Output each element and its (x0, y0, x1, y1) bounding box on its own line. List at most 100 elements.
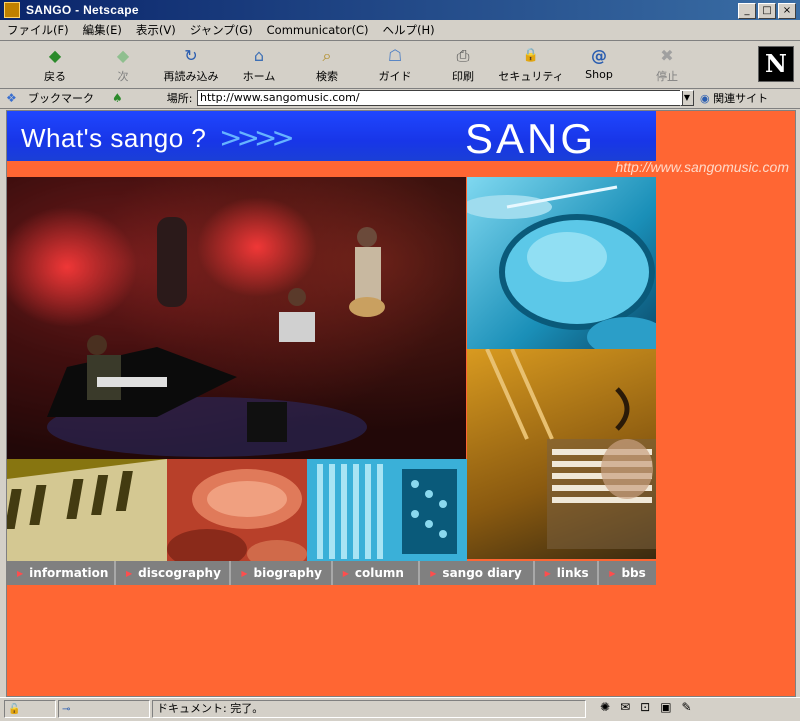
page-viewport: What's sango ? >>>> SANG http://www.sang… (6, 110, 796, 697)
nav-column-label: column (354, 566, 404, 580)
shop-icon: @ (591, 46, 607, 65)
home-button[interactable]: ⌂ ホーム (224, 44, 294, 84)
nav-links[interactable]: ▶ links (535, 561, 600, 585)
menu-communicator[interactable]: Communicator(C) (260, 23, 376, 37)
bass-and-keys-photo (467, 349, 656, 559)
forward-button[interactable]: ◆ 次 (88, 44, 158, 84)
guide-button[interactable]: ☖ ガイド (360, 44, 430, 84)
menu-bar: ファイル(F) 編集(E) 表示(V) ジャンプ(G) Communicator… (0, 20, 800, 41)
close-button[interactable]: × (778, 3, 796, 19)
back-label: 戻る (44, 70, 66, 83)
nav-bullet-icon: ▶ (17, 568, 24, 578)
bookmark-icon: ❖ (6, 91, 17, 105)
drums-illustration (467, 185, 656, 349)
security-button[interactable]: 🔒 セキュリティ (496, 44, 566, 84)
arrow-decoration-icon: >>>> (219, 121, 295, 154)
edit-icon[interactable]: ✎ (682, 700, 702, 714)
nav-bullet-icon: ▶ (126, 568, 133, 578)
nav-discography[interactable]: ▶ discography (116, 561, 232, 585)
stop-label: 停止 (656, 70, 678, 83)
newsgroup-icon[interactable]: ⊡ (640, 700, 660, 714)
navigation-toolbar: ◆ 戻る ◆ 次 ↻ 再読み込み ⌂ ホーム ⌕ 検索 ☖ ガイド ⎙ 印刷 🔒… (0, 42, 800, 89)
print-button[interactable]: ⎙ 印刷 (428, 44, 498, 84)
shop-label: Shop (585, 68, 613, 81)
accordion-photo (307, 459, 467, 561)
nav-column[interactable]: ▶ column (333, 561, 421, 585)
guide-icon: ☖ (387, 46, 403, 65)
minimize-button[interactable]: _ (738, 3, 756, 19)
mail-icon[interactable]: ✉ (620, 700, 640, 714)
window-title: SANGO - Netscape (26, 3, 139, 17)
netscape-logo[interactable]: N (758, 46, 794, 82)
related-links-button[interactable]: ◉ 関連サイト (700, 90, 768, 106)
nav-bullet-icon: ▶ (544, 568, 551, 578)
site-logo[interactable]: SANG (465, 115, 596, 163)
reload-icon: ↻ (184, 46, 198, 65)
navigator-icon[interactable]: ✺ (600, 700, 620, 714)
nav-bullet-icon: ▶ (241, 568, 248, 578)
nav-biography[interactable]: ▶ biography (231, 561, 333, 585)
search-button[interactable]: ⌕ 検索 (292, 44, 362, 84)
guide-label: ガイド (378, 70, 412, 83)
shop-button[interactable]: @ Shop (564, 44, 634, 84)
location-label: 場所: (166, 92, 193, 105)
nav-information-label: information (29, 566, 109, 580)
netscape-window-icon (4, 2, 20, 18)
nav-bbs[interactable]: ▶ bbs (599, 561, 656, 585)
plug-icon: ⊸ (62, 704, 71, 715)
menu-view[interactable]: 表示(V) (129, 22, 183, 38)
site-navigation: ▶ information ▶ discography ▶ biography ▶ co… (7, 561, 656, 585)
forward-icon: ◆ (116, 46, 130, 65)
back-button[interactable]: ◆ 戻る (20, 44, 90, 84)
search-icon: ⌕ (322, 46, 332, 65)
nav-bullet-icon: ▶ (342, 568, 349, 578)
print-label: 印刷 (452, 70, 474, 83)
page-proxy-icon[interactable]: ♠ (112, 91, 123, 105)
drum-kit-red-photo (167, 459, 307, 561)
nav-bullet-icon: ▶ (609, 568, 616, 578)
url-strip (7, 161, 656, 177)
band-live-photo (7, 177, 466, 459)
band-photo-illustration (7, 177, 466, 459)
reload-label: 再読み込み (163, 70, 219, 83)
home-icon: ⌂ (253, 46, 265, 65)
home-label: ホーム (242, 70, 276, 83)
menu-go[interactable]: ジャンプ(G) (183, 22, 260, 38)
component-bar: ✺✉⊡▣✎ (600, 700, 702, 714)
nav-information[interactable]: ▶ information (7, 561, 116, 585)
back-icon: ◆ (48, 46, 62, 65)
lock-icon: 🔓 (8, 704, 21, 715)
bookmarks-button[interactable]: ブックマーク (28, 90, 94, 106)
nav-biography-label: biography (253, 566, 322, 580)
security-status-indicator[interactable]: 🔓 (4, 700, 56, 718)
related-links-icon: ◉ (700, 92, 710, 105)
url-dropdown-chevron-icon[interactable]: ▼ (680, 90, 694, 106)
stop-button[interactable]: ✖ 停止 (632, 44, 702, 84)
nav-bbs-label: bbs (621, 566, 646, 580)
nav-discography-label: discography (138, 566, 221, 580)
menu-file[interactable]: ファイル(F) (0, 22, 76, 38)
reload-button[interactable]: ↻ 再読み込み (156, 44, 226, 84)
related-links-label: 関連サイト (713, 92, 769, 105)
maximize-button[interactable]: □ (758, 3, 776, 19)
header-title: What's sango ? (21, 123, 207, 153)
composer-icon[interactable]: ▣ (660, 700, 681, 714)
accordion-illustration (307, 459, 467, 561)
drums-photo (467, 177, 656, 349)
print-icon: ⎙ (456, 46, 470, 65)
nav-links-label: links (556, 566, 589, 580)
nav-bullet-icon: ▶ (430, 568, 437, 578)
bass-illustration (485, 349, 656, 549)
url-input[interactable]: http://www.sangomusic.com/ (197, 90, 683, 106)
menu-edit[interactable]: 編集(E) (76, 22, 129, 38)
security-label: セキュリティ (498, 70, 564, 83)
stop-icon: ✖ (660, 46, 674, 65)
forward-label: 次 (117, 70, 129, 83)
nav-sango-diary-label: sango diary (442, 566, 522, 580)
menu-help[interactable]: ヘルプ(H) (376, 22, 442, 38)
connection-status-indicator: ⊸ (58, 700, 150, 718)
nav-sango-diary[interactable]: ▶ sango diary (420, 561, 535, 585)
drum-kit-illustration (167, 469, 307, 561)
security-icon: 🔒 (522, 48, 540, 63)
search-label: 検索 (316, 70, 338, 83)
